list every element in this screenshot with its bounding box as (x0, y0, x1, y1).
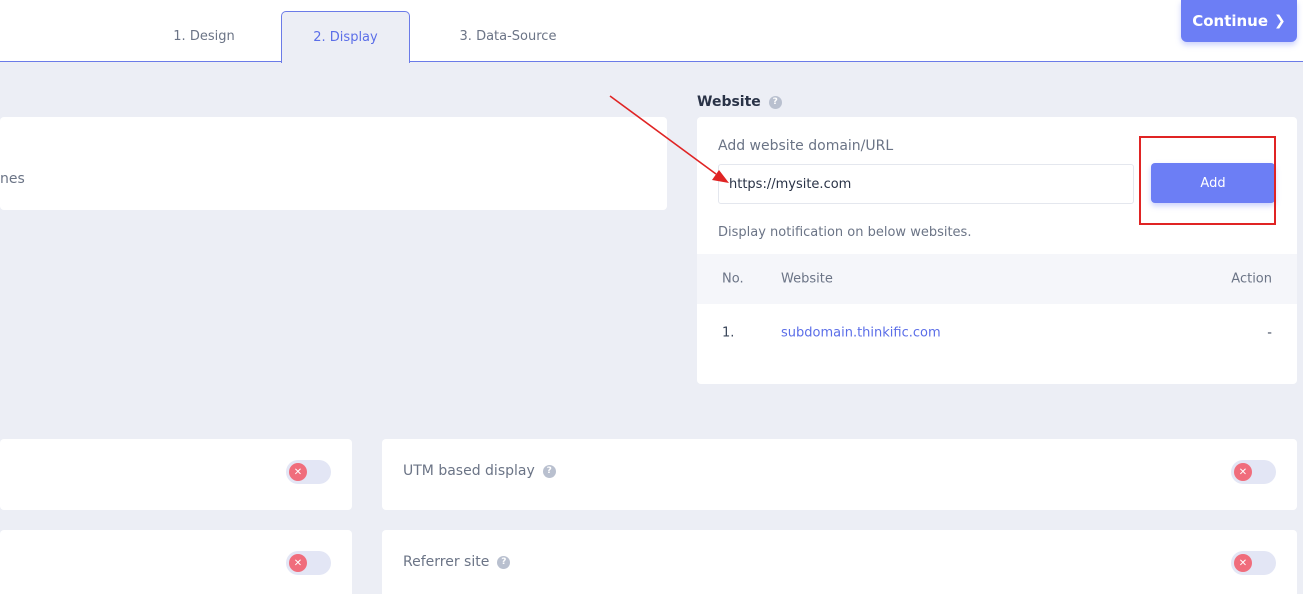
utm-label-group: UTM based display ? (403, 463, 556, 479)
website-url-input[interactable] (718, 164, 1134, 204)
continue-label: Continue (1192, 12, 1269, 30)
top-navigation-bar: 1. Design 2. Display 3. Data-Source (0, 0, 1303, 63)
chevron-right-icon: ❯ (1274, 13, 1286, 29)
continue-button[interactable]: Continue ❯ (1181, 0, 1297, 42)
tab-design[interactable]: 1. Design (150, 11, 258, 62)
card-text: nes (0, 171, 25, 187)
row-website-link[interactable]: subdomain.thinkific.com (781, 326, 941, 341)
website-card: Add website domain/URL Add Display notif… (697, 117, 1297, 384)
utm-display-card: UTM based display ? ✕ (382, 439, 1297, 510)
annotation-highlight-box (1139, 136, 1276, 225)
website-table-header: No. Website Action (697, 254, 1297, 304)
toggle-switch[interactable]: ✕ (286, 460, 331, 484)
table-row: 1. subdomain.thinkific.com - (697, 308, 1297, 358)
toggle-switch[interactable]: ✕ (286, 551, 331, 575)
toggle-card-left-2: ✕ (0, 530, 352, 594)
display-note: Display notification on below websites. (718, 225, 972, 240)
close-icon: ✕ (289, 463, 307, 481)
settings-card: nes (0, 117, 667, 210)
question-icon[interactable]: ? (768, 95, 782, 109)
referrer-label: Referrer site (403, 554, 490, 570)
header-action: Action (1231, 271, 1272, 287)
referrer-toggle[interactable]: ✕ (1231, 551, 1276, 575)
utm-toggle[interactable]: ✕ (1231, 460, 1276, 484)
close-icon: ✕ (1234, 554, 1252, 572)
row-number: 1. (722, 325, 735, 341)
url-label: Add website domain/URL (718, 138, 894, 154)
header-no: No. (722, 271, 744, 287)
website-section-title: Website ? (697, 94, 782, 110)
close-icon: ✕ (289, 554, 307, 572)
row-action: - (1267, 325, 1272, 341)
question-icon[interactable]: ? (542, 464, 556, 478)
tab-data-source[interactable]: 3. Data-Source (440, 11, 576, 62)
header-website: Website (781, 271, 833, 287)
website-title: Website (697, 94, 761, 110)
referrer-label-group: Referrer site ? (403, 554, 511, 570)
question-icon[interactable]: ? (497, 555, 511, 569)
utm-label: UTM based display (403, 463, 535, 479)
toggle-card-left-1: ✕ (0, 439, 352, 510)
close-icon: ✕ (1234, 463, 1252, 481)
referrer-site-card: Referrer site ? ✕ (382, 530, 1297, 594)
tab-display[interactable]: 2. Display (281, 11, 410, 63)
